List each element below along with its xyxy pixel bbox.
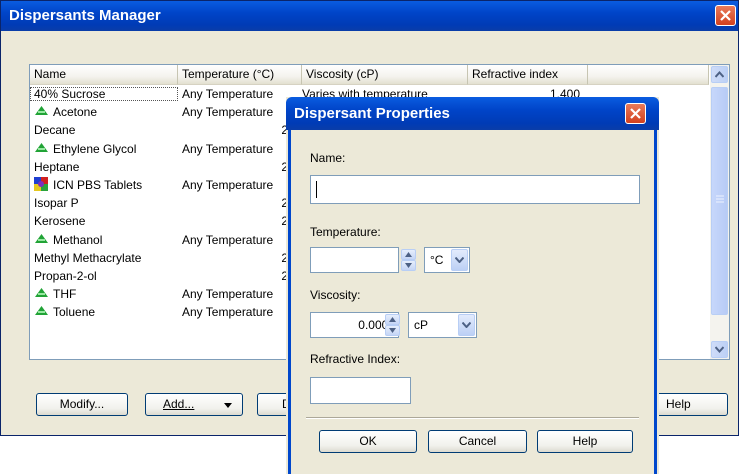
spin-up-icon[interactable]	[385, 314, 400, 325]
modify-button-label: Modify...	[59, 397, 105, 411]
dialog-divider	[306, 417, 639, 419]
viscosity-label: Viscosity:	[310, 288, 361, 302]
row-name-cell: Acetone	[30, 105, 178, 119]
molecule-icon	[34, 142, 49, 156]
modify-button[interactable]: Modify...	[36, 393, 128, 416]
row-name-cell: 40% Sucrose	[30, 87, 178, 102]
row-name-cell: Decane	[30, 123, 178, 137]
row-temperature-cell: Any Temperature	[182, 178, 274, 193]
scroll-thumb[interactable]	[711, 87, 728, 315]
manager-titlebar[interactable]: Dispersants Manager	[1, 1, 738, 31]
row-name-text: Isopar P	[34, 196, 79, 211]
viscosity-unit-select[interactable]: cP	[408, 312, 477, 338]
add-button-label: Add...	[163, 397, 195, 411]
properties-title: Dispersant Properties	[294, 105, 450, 122]
row-name-text: Methanol	[53, 232, 103, 247]
row-temperature-cell: 25.	[178, 160, 302, 174]
row-name-text: Acetone	[53, 105, 98, 120]
row-name-text: Ethylene Glycol	[53, 141, 137, 156]
chevron-down-icon[interactable]	[451, 249, 468, 271]
scroll-down-icon[interactable]	[711, 341, 728, 358]
row-temperature-cell: 25.	[178, 269, 302, 283]
row-name-text: Kerosene	[34, 214, 86, 229]
spin-down-icon[interactable]	[401, 260, 416, 271]
vertical-scrollbar[interactable]	[710, 65, 729, 359]
manager-help-button[interactable]: Help	[656, 393, 728, 416]
row-name-text: Propan-2-ol	[34, 268, 97, 283]
molecule-icon	[34, 105, 49, 119]
text-caret	[316, 181, 317, 198]
manager-title: Dispersants Manager	[9, 7, 161, 24]
row-name-cell: THF	[30, 287, 178, 301]
row-name-text: Toluene	[53, 305, 96, 320]
temperature-label: Temperature:	[310, 225, 381, 239]
dispersant-properties-dialog: Dispersant Properties Name: Temperature:…	[286, 97, 659, 474]
properties-help-button[interactable]: Help	[537, 430, 633, 453]
scroll-up-icon[interactable]	[711, 66, 728, 83]
column-header-temperature[interactable]: Temperature (°C)	[178, 65, 302, 85]
row-name-cell: Methyl Methacrylate	[30, 251, 178, 265]
chevron-down-icon[interactable]	[458, 314, 475, 336]
ok-button[interactable]: OK	[319, 430, 417, 453]
refractive-index-label: Refractive Index:	[310, 352, 401, 366]
manager-help-label: Help	[666, 397, 691, 411]
cancel-button-label: Cancel	[458, 434, 497, 448]
temperature-input[interactable]	[310, 247, 399, 273]
row-name-cell: Toluene	[30, 305, 178, 319]
tablets-icon	[34, 176, 49, 194]
properties-body: Name: Temperature: °C Viscosity: 0.0000 …	[288, 130, 657, 474]
molecule-icon	[34, 233, 49, 247]
row-name-text: Methyl Methacrylate	[34, 250, 142, 265]
spin-up-icon[interactable]	[401, 249, 416, 260]
row-temperature-cell: Any Temperature	[182, 232, 274, 247]
row-temperature-cell: Any Temperature	[182, 141, 274, 156]
temperature-unit-select[interactable]: °C	[424, 247, 470, 273]
column-header-filler	[588, 65, 709, 85]
row-name-cell: Heptane	[30, 160, 178, 174]
properties-close-icon[interactable]	[625, 103, 646, 124]
row-name-text: Decane	[34, 123, 76, 138]
dropdown-arrow-icon	[224, 403, 232, 408]
close-icon[interactable]	[715, 5, 736, 26]
properties-titlebar[interactable]: Dispersant Properties	[286, 97, 659, 130]
temperature-unit-value: °C	[430, 253, 444, 267]
column-header-refractive-index[interactable]: Refractive index	[468, 65, 588, 85]
add-button[interactable]: Add...	[145, 393, 243, 416]
row-name-cell: Kerosene	[30, 214, 178, 228]
temperature-spinner[interactable]	[401, 249, 416, 271]
spin-down-icon[interactable]	[385, 325, 400, 336]
row-name-text: ICN PBS Tablets	[53, 178, 143, 193]
row-name-text: THF	[53, 287, 77, 302]
row-name-cell: Isopar P	[30, 196, 178, 210]
row-temperature-cell: Any Temperature	[182, 87, 274, 102]
row-temperature-cell: 25.	[178, 123, 302, 137]
row-temperature-cell: 25.	[178, 251, 302, 265]
row-name-cell: Ethylene Glycol	[30, 142, 178, 156]
row-name-cell: Methanol	[30, 233, 178, 247]
viscosity-spinner[interactable]	[385, 314, 400, 336]
row-name-text: Heptane	[34, 159, 80, 174]
list-header: Name Temperature (°C) Viscosity (cP) Ref…	[30, 65, 709, 85]
properties-help-label: Help	[572, 434, 598, 448]
row-name-cell: Propan-2-ol	[30, 269, 178, 283]
row-name-text: 40% Sucrose	[34, 87, 106, 102]
row-temperature-cell: Any Temperature	[182, 105, 274, 120]
column-header-viscosity[interactable]: Viscosity (cP)	[302, 65, 468, 85]
row-temperature-cell: 25.	[178, 214, 302, 228]
row-temperature-cell: 25.	[178, 196, 302, 210]
row-temperature-cell: Any Temperature	[182, 305, 274, 320]
name-input[interactable]	[310, 175, 640, 204]
cancel-button[interactable]: Cancel	[428, 430, 527, 453]
row-name-cell: ICN PBS Tablets	[30, 176, 178, 194]
ok-button-label: OK	[359, 434, 377, 448]
molecule-icon	[34, 287, 49, 301]
row-temperature-cell: Any Temperature	[182, 287, 274, 302]
molecule-icon	[34, 305, 49, 319]
viscosity-unit-value: cP	[414, 318, 429, 332]
name-label: Name:	[310, 151, 346, 165]
column-header-name[interactable]: Name	[30, 65, 178, 85]
refractive-index-input[interactable]	[310, 377, 411, 404]
